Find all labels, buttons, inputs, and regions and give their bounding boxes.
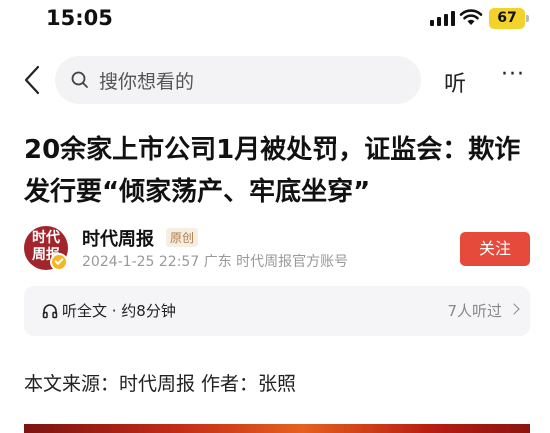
author-name[interactable]: 时代周报 [82, 225, 154, 251]
listen-button[interactable]: 听 [444, 66, 466, 98]
search-input[interactable]: 搜你想看的 [55, 56, 421, 104]
article-title: 20余家上市公司1月被处罚，证监会：欺诈发行要“倾家荡产、牢底坐穿” [24, 135, 521, 207]
search-icon [71, 71, 88, 88]
status-time: 15:05 [46, 6, 113, 30]
search-placeholder: 搜你想看的 [99, 71, 195, 93]
listen-full-text-bar[interactable]: 听全文 · 约8分钟 7人听过 [24, 286, 530, 336]
listen-count: 7人听过 [447, 302, 502, 320]
avatar-text-line1: 时代 [32, 230, 60, 246]
headphone-icon [42, 304, 58, 319]
battery-tip [526, 15, 529, 22]
verified-badge-icon [50, 253, 68, 271]
status-bar: 15:05 67 [0, 0, 550, 40]
more-button[interactable]: ··· [501, 62, 525, 87]
battery-icon: 67 [489, 8, 529, 29]
article-meta: 2024-1-25 22:57 广东 时代周报官方账号 [82, 254, 349, 270]
article-image [24, 424, 530, 433]
battery-percent: 67 [497, 10, 517, 26]
listen-duration-label: 听全文 · 约8分钟 [62, 302, 176, 320]
article-source: 本文来源：时代周报 作者：张照 [24, 373, 297, 395]
chevron-right-icon [508, 303, 520, 315]
wifi-icon [459, 9, 483, 25]
signal-icon [430, 10, 455, 26]
follow-button[interactable]: 关注 [460, 232, 530, 266]
original-tag: 原创 [166, 228, 199, 247]
back-icon[interactable] [22, 64, 42, 96]
